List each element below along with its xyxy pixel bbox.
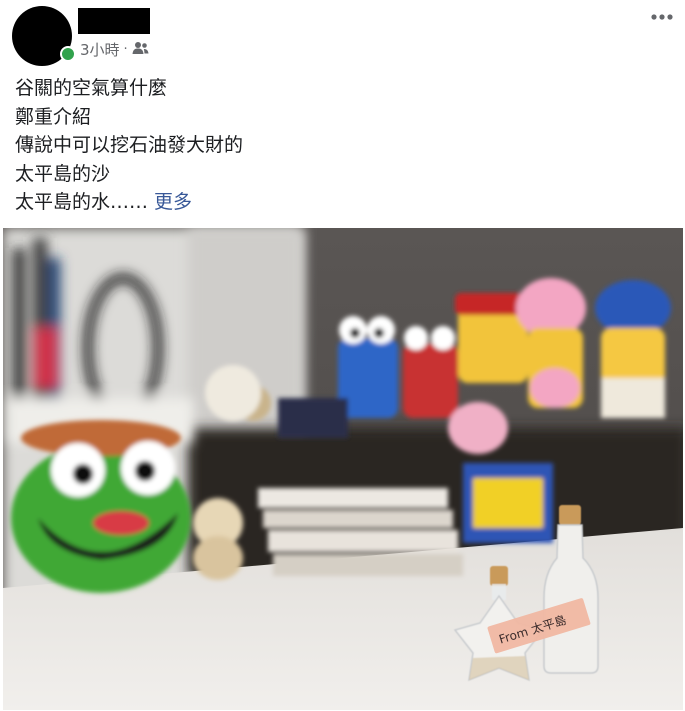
online-status-indicator xyxy=(60,46,76,62)
friends-icon[interactable] xyxy=(132,41,149,59)
post-text-line-last: 太平島的水…… 更多 xyxy=(15,188,243,217)
see-more-link[interactable]: 更多 xyxy=(154,191,192,213)
more-horizontal-icon xyxy=(651,14,673,20)
post-photo[interactable]: From 太平島 xyxy=(3,228,683,710)
photo-illustration: From 太平島 xyxy=(3,228,683,710)
post-text-line: 谷關的空氣算什麼 xyxy=(15,77,168,99)
meta-separator: · xyxy=(123,42,128,57)
post-text-line: 鄭重介紹 xyxy=(15,105,92,128)
facebook-post: 3小時 · 谷關的空氣算什麼 鄭重介紹 傳說中可以挖石油發大財的 太平島的沙 太… xyxy=(0,0,685,711)
post-timestamp[interactable]: 3小時 xyxy=(80,39,120,60)
author-name-redacted[interactable] xyxy=(78,8,150,34)
more-options-button[interactable] xyxy=(649,8,675,26)
post-meta: 3小時 · xyxy=(80,39,149,60)
post-text-line: 太平島的沙 xyxy=(15,162,111,185)
post-text-line: 太平島的水…… xyxy=(15,191,149,213)
post-text: 谷關的空氣算什麼 鄭重介紹 傳說中可以挖石油發大財的 太平島的沙 太平島的水……… xyxy=(15,74,243,217)
post-text-line: 傳說中可以挖石油發大財的 xyxy=(15,134,244,156)
